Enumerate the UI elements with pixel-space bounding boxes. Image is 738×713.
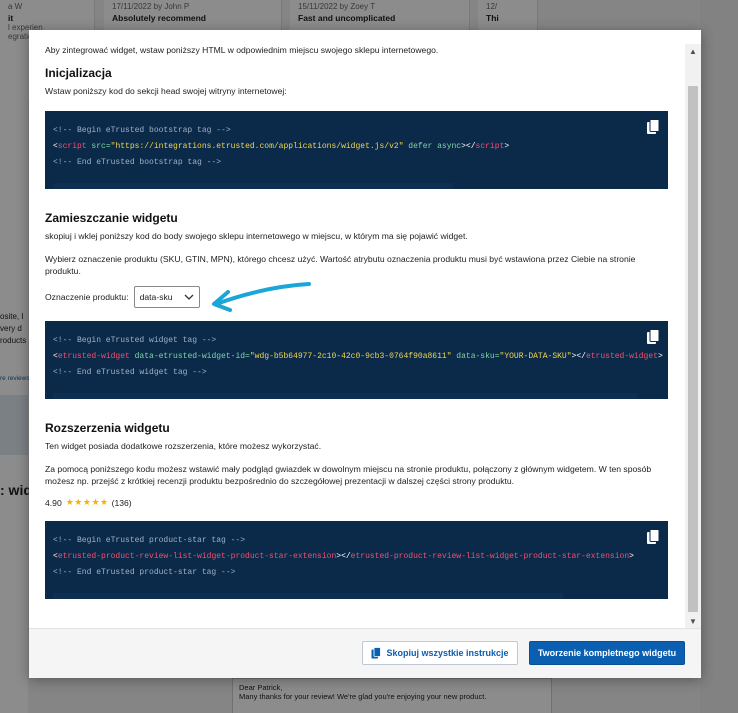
code-scrollbar <box>53 593 563 599</box>
background-banner <box>0 395 28 455</box>
review-title: Absolutely recommend <box>112 13 206 23</box>
code-value: "wdg-b5b64977-2c10-42c0-9cb3-0764f90a861… <box>249 352 452 361</box>
section-desc-init: Wstaw poniższy kod do sekcji head swojej… <box>45 86 287 96</box>
select-label: Oznaczenie produktu: <box>45 292 129 302</box>
code-punct: ></ <box>571 352 586 361</box>
code-tag: etrusted-product-review-list-widget-prod… <box>350 552 630 561</box>
code-comment: <!-- End eTrusted bootstrap tag --> <box>53 158 222 167</box>
create-full-widget-button[interactable]: Tworzenie kompletnego widgetu <box>529 641 685 665</box>
code-punct: > <box>629 552 634 561</box>
code-comment: <!-- Begin eTrusted product-star tag --> <box>53 536 246 545</box>
code-block-product-star[interactable]: <!-- Begin eTrusted product-star tag -->… <box>45 521 668 599</box>
modal-intro: Aby zintegrować widget, wstaw poniższy H… <box>45 45 439 55</box>
review-title: Fast and uncomplicated <box>298 13 396 23</box>
rating-count: (136) <box>111 497 132 508</box>
code-tag: etrusted-product-review-list-widget-prod… <box>57 552 337 561</box>
modal-scrollbar[interactable]: ▲ ▼ <box>685 44 701 628</box>
scroll-down-icon[interactable]: ▼ <box>685 614 701 628</box>
code-punct: > <box>504 142 510 151</box>
code-punct: ></ <box>336 552 351 561</box>
code-comment: <!-- End eTrusted product-star tag --> <box>53 568 236 577</box>
select-value: data-sku <box>139 292 173 302</box>
background-text: roducts <box>0 336 27 345</box>
code-tag: etrusted-widget <box>57 352 130 361</box>
code-punct: ></ <box>461 142 476 151</box>
code-value: "https://integrations.etrusted.com/appli… <box>110 142 404 151</box>
background-heading: : wid <box>0 482 32 498</box>
copy-all-label: Skopiuj wszystkie instrukcje <box>386 648 509 658</box>
code-tag: script <box>475 142 505 151</box>
background-right-panel <box>700 0 738 713</box>
code-value: "YOUR-DATA-SKU" <box>499 352 572 361</box>
section-desc2-placement: Wybierz oznaczenie produktu (SKU, GTIN, … <box>45 254 636 276</box>
copy-icon[interactable] <box>646 329 660 345</box>
code-comment: <!-- Begin eTrusted bootstrap tag --> <box>53 126 231 135</box>
modal-content: Aby zintegrować widget, wstaw poniższy H… <box>45 44 669 599</box>
review-date: 12/ <box>486 2 498 11</box>
section-title-init: Inicjalizacja <box>45 66 112 80</box>
product-id-select-row: Oznaczenie produktu: data-sku <box>45 282 669 312</box>
code-comment: <!-- Begin eTrusted widget tag --> <box>53 336 217 345</box>
modal-footer: Skopiuj wszystkie instrukcje Tworzenie k… <box>29 628 701 678</box>
section-desc-placement: skopiuj i wklej poniższy kod do body swo… <box>45 231 468 241</box>
code-punct: > <box>657 352 663 361</box>
code-block-bootstrap[interactable]: <!-- Begin eTrusted bootstrap tag --> <s… <box>45 111 668 189</box>
review-title: it <box>8 13 14 23</box>
copy-icon[interactable] <box>646 529 660 545</box>
reply-greeting: Dear Patrick, <box>239 683 283 692</box>
code-attr: data-sku= <box>451 352 500 361</box>
arrow-icon <box>211 282 311 312</box>
section-title-extensions: Rozszerzenia widgetu <box>45 421 170 435</box>
review-date: 15/11/2022 by Zoey T <box>298 2 376 11</box>
scroll-up-icon[interactable]: ▲ <box>685 44 701 58</box>
copy-icon <box>371 647 382 659</box>
background-reply-card: Dear Patrick, Many thanks for your revie… <box>232 678 552 713</box>
code-block-widget[interactable]: <!-- Begin eTrusted widget tag --> <etru… <box>45 321 668 399</box>
star-icons: ★★★★★ <box>65 497 109 507</box>
review-title: Thi <box>486 13 499 23</box>
background-text: osite, I <box>0 312 24 321</box>
code-attr: src= <box>86 142 111 151</box>
review-date: 17/11/2022 by John P <box>112 2 190 11</box>
code-comment: <!-- End eTrusted widget tag --> <box>53 368 207 377</box>
modal-scroll-area[interactable]: Aby zintegrować widget, wstaw poniższy H… <box>29 30 701 628</box>
code-tag: script <box>57 142 87 151</box>
section-desc-extensions: Ten widget posiada dodatkowe rozszerzeni… <box>45 441 322 451</box>
code-attr: data-etrusted-widget-id= <box>129 352 250 361</box>
reply-text: Many thanks for your review! We're glad … <box>239 692 487 701</box>
code-tag: etrusted-widget <box>585 352 658 361</box>
background-link: re reviews <box>0 375 30 382</box>
section-desc2-extensions: Za pomocą poniższego kodu możesz wstawić… <box>45 464 652 486</box>
review-date: a W <box>8 2 23 11</box>
code-scrollbar <box>53 393 638 399</box>
code-scrollbar <box>53 183 453 189</box>
background-left-panel <box>0 0 28 713</box>
copy-all-instructions-button[interactable]: Skopiuj wszystkie instrukcje <box>362 641 518 665</box>
chevron-down-icon <box>184 294 194 300</box>
background-text: very d <box>0 324 22 333</box>
copy-icon[interactable] <box>646 119 660 135</box>
product-id-select[interactable]: data-sku <box>133 286 200 308</box>
integration-modal: Aby zintegrować widget, wstaw poniższy H… <box>29 30 701 678</box>
code-attr: defer async <box>403 142 462 151</box>
scrollbar-thumb[interactable] <box>688 86 698 612</box>
rating-preview: 4.90 ★★★★★ (136) <box>45 497 669 508</box>
create-widget-label: Tworzenie kompletnego widgetu <box>537 648 677 658</box>
section-title-placement: Zamieszczanie widgetu <box>45 211 178 225</box>
rating-value: 4.90 <box>45 497 62 508</box>
